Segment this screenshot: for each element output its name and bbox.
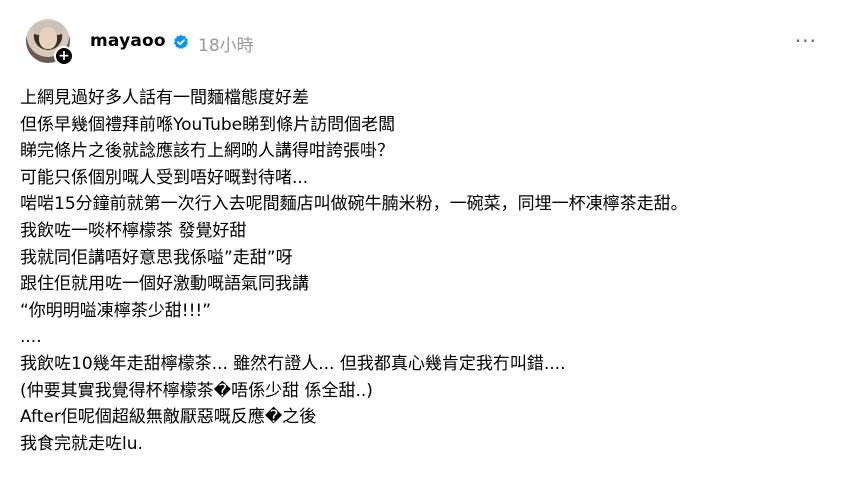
avatar[interactable]: + [26,19,74,66]
post-text-line: 我食完就走咗lu. [20,433,143,454]
post-text-line: “你明明嗌凍檸茶少甜!!!” [20,300,212,321]
post-text-line: .... [20,327,42,348]
post-body: 上網見過好多人話有一間麵檔態度好差 但係早幾個禮拜前喺YouTube睇到條片訪問… [20,85,820,457]
post-text-line: 我飲咗10幾年走甜檸檬茶... 雖然冇證人... 但我都真心幾肯定我冇叫錯...… [20,353,566,374]
post-text-line: After佢呢個超級無敵厭惡嘅反應�之後 [20,407,317,428]
post-text-line: 啱啱15分鐘前就第一次行入去呢間麵店叫做碗牛腩米粉，一碗菜，同埋一杯凍檸茶走甜。 [20,194,688,215]
post-text-line: 上網見過好多人話有一間麵檔態度好差 [20,88,309,108]
post-text-line: (仲要其實我覺得杯檸檬茶�唔係少甜 係全甜..) [20,380,373,401]
post-text-line: 但係早幾個禮拜前喺YouTube睇到條片訪問個老闆 [20,114,396,135]
post-text-line: 睇完條片之後就諗應該冇上網啲人講得咁誇張啩？ [20,141,394,162]
post-timestamp: 18小時 [198,36,254,56]
more-horizontal-icon[interactable]: ··· [795,29,817,53]
post-text-line: 我就同佢講唔好意思我係嗌”走甜”呀 [20,247,293,268]
post-text-line: 跟住佢就用咗一個好激動嘅語氣同我講 [20,274,309,295]
post-header: + mayaoo 18小時 ··· [20,17,823,67]
post-text-line: 可能只係個別嘅人受到唔好嘅對待啫... [20,167,309,188]
post-text-line: 我飲咗一啖杯檸檬茶 發覺好甜 [20,220,247,241]
plus-icon[interactable]: + [54,46,74,66]
username[interactable]: mayaoo [90,31,166,51]
verified-badge-icon [173,34,189,49]
avatar-face [39,27,57,49]
